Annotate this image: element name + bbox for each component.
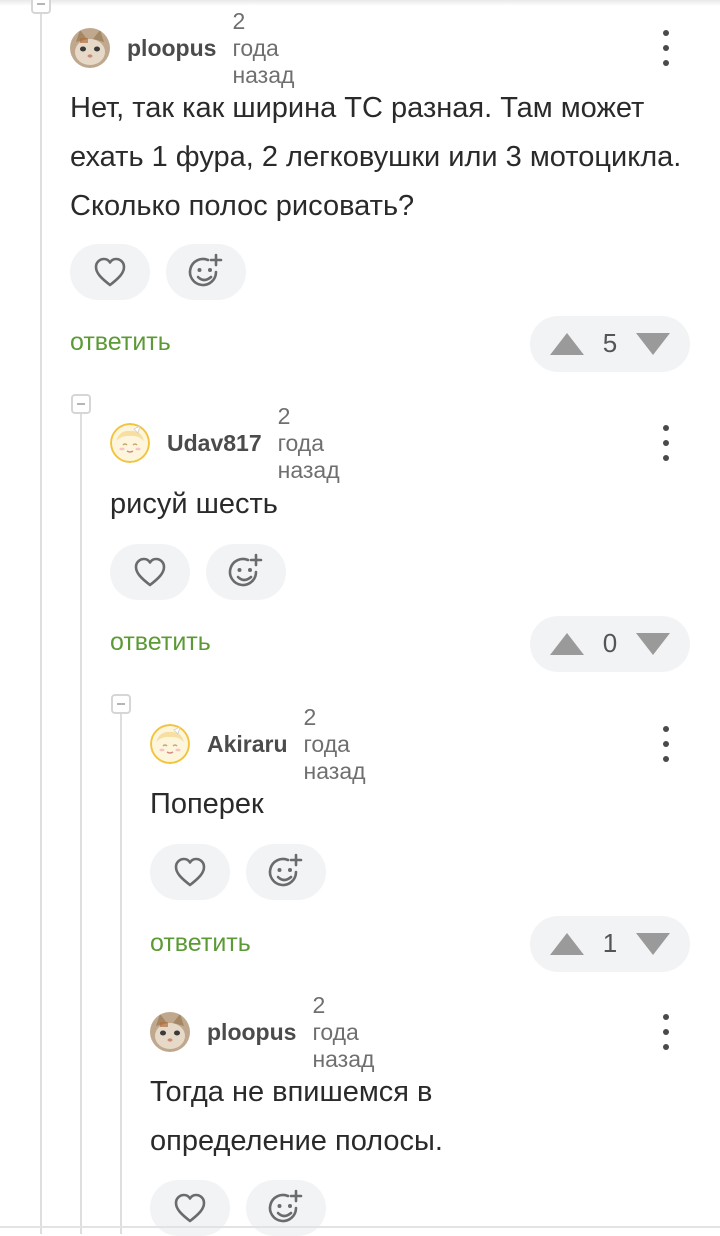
collapse-thread-button[interactable] xyxy=(111,694,131,714)
cartoon-face-avatar-icon[interactable] xyxy=(110,423,150,463)
comment-author[interactable]: ploopus xyxy=(207,1019,296,1046)
like-button[interactable] xyxy=(150,844,230,900)
cat-avatar-icon[interactable] xyxy=(150,1012,190,1052)
reply-link[interactable]: ответить xyxy=(70,328,171,357)
add-emoji-icon xyxy=(268,1189,303,1223)
top-shadow xyxy=(0,0,720,6)
comment-header: Udav817 2 года назад xyxy=(110,403,340,483)
comment-time[interactable]: 2 года назад xyxy=(304,704,366,785)
like-button[interactable] xyxy=(70,244,150,300)
thread-line xyxy=(80,414,82,1234)
reply-link[interactable]: ответить xyxy=(150,929,251,958)
add-reaction-button[interactable] xyxy=(166,244,246,300)
downvote-icon[interactable] xyxy=(635,932,671,956)
add-emoji-icon xyxy=(188,253,223,287)
heart-icon xyxy=(174,1193,206,1223)
heart-icon xyxy=(94,257,126,287)
bottom-divider xyxy=(0,1226,720,1228)
rating-control: 5 xyxy=(530,316,690,372)
comment-header: ploopus 2 года назад xyxy=(150,992,374,1072)
comment-author[interactable]: ploopus xyxy=(127,35,216,62)
more-options-icon[interactable] xyxy=(656,425,676,461)
downvote-icon[interactable] xyxy=(635,332,671,356)
thread-line xyxy=(120,714,122,1234)
comment-time[interactable]: 2 года назад xyxy=(232,8,294,89)
thread-line xyxy=(40,0,42,1234)
more-options-icon[interactable] xyxy=(656,1014,676,1050)
collapse-thread-button[interactable] xyxy=(31,0,51,14)
rating-control: 0 xyxy=(530,616,690,672)
add-emoji-icon xyxy=(228,553,263,587)
heart-icon xyxy=(134,557,166,587)
cat-avatar-icon[interactable] xyxy=(70,28,110,68)
comment-header: Akiraru 2 года назад xyxy=(150,704,366,784)
more-options-icon[interactable] xyxy=(656,30,676,66)
like-button[interactable] xyxy=(110,544,190,600)
comment-text: рисуй шесть xyxy=(110,488,278,520)
comment-text: Тогда не впишемся в определение полосы. xyxy=(150,1076,443,1157)
comment-time[interactable]: 2 года назад xyxy=(278,403,340,484)
rating-control: 1 xyxy=(530,916,690,972)
cartoon-face-avatar-icon[interactable] xyxy=(150,724,190,764)
comment-header: ploopus 2 года назад xyxy=(70,8,294,88)
add-reaction-button[interactable] xyxy=(246,844,326,900)
collapse-thread-button[interactable] xyxy=(71,394,91,414)
comment-author[interactable]: Akiraru xyxy=(207,731,288,758)
downvote-icon[interactable] xyxy=(635,632,671,656)
comment-author[interactable]: Udav817 xyxy=(167,430,262,457)
comment-time[interactable]: 2 года назад xyxy=(312,992,374,1073)
add-reaction-button[interactable] xyxy=(206,544,286,600)
comment-text: Поперек xyxy=(150,788,264,820)
reply-link[interactable]: ответить xyxy=(110,628,211,657)
heart-icon xyxy=(174,857,206,887)
comment-text: Нет, так как ширина ТС разная. Там может… xyxy=(70,92,682,222)
add-emoji-icon xyxy=(268,853,303,887)
more-options-icon[interactable] xyxy=(656,726,676,762)
